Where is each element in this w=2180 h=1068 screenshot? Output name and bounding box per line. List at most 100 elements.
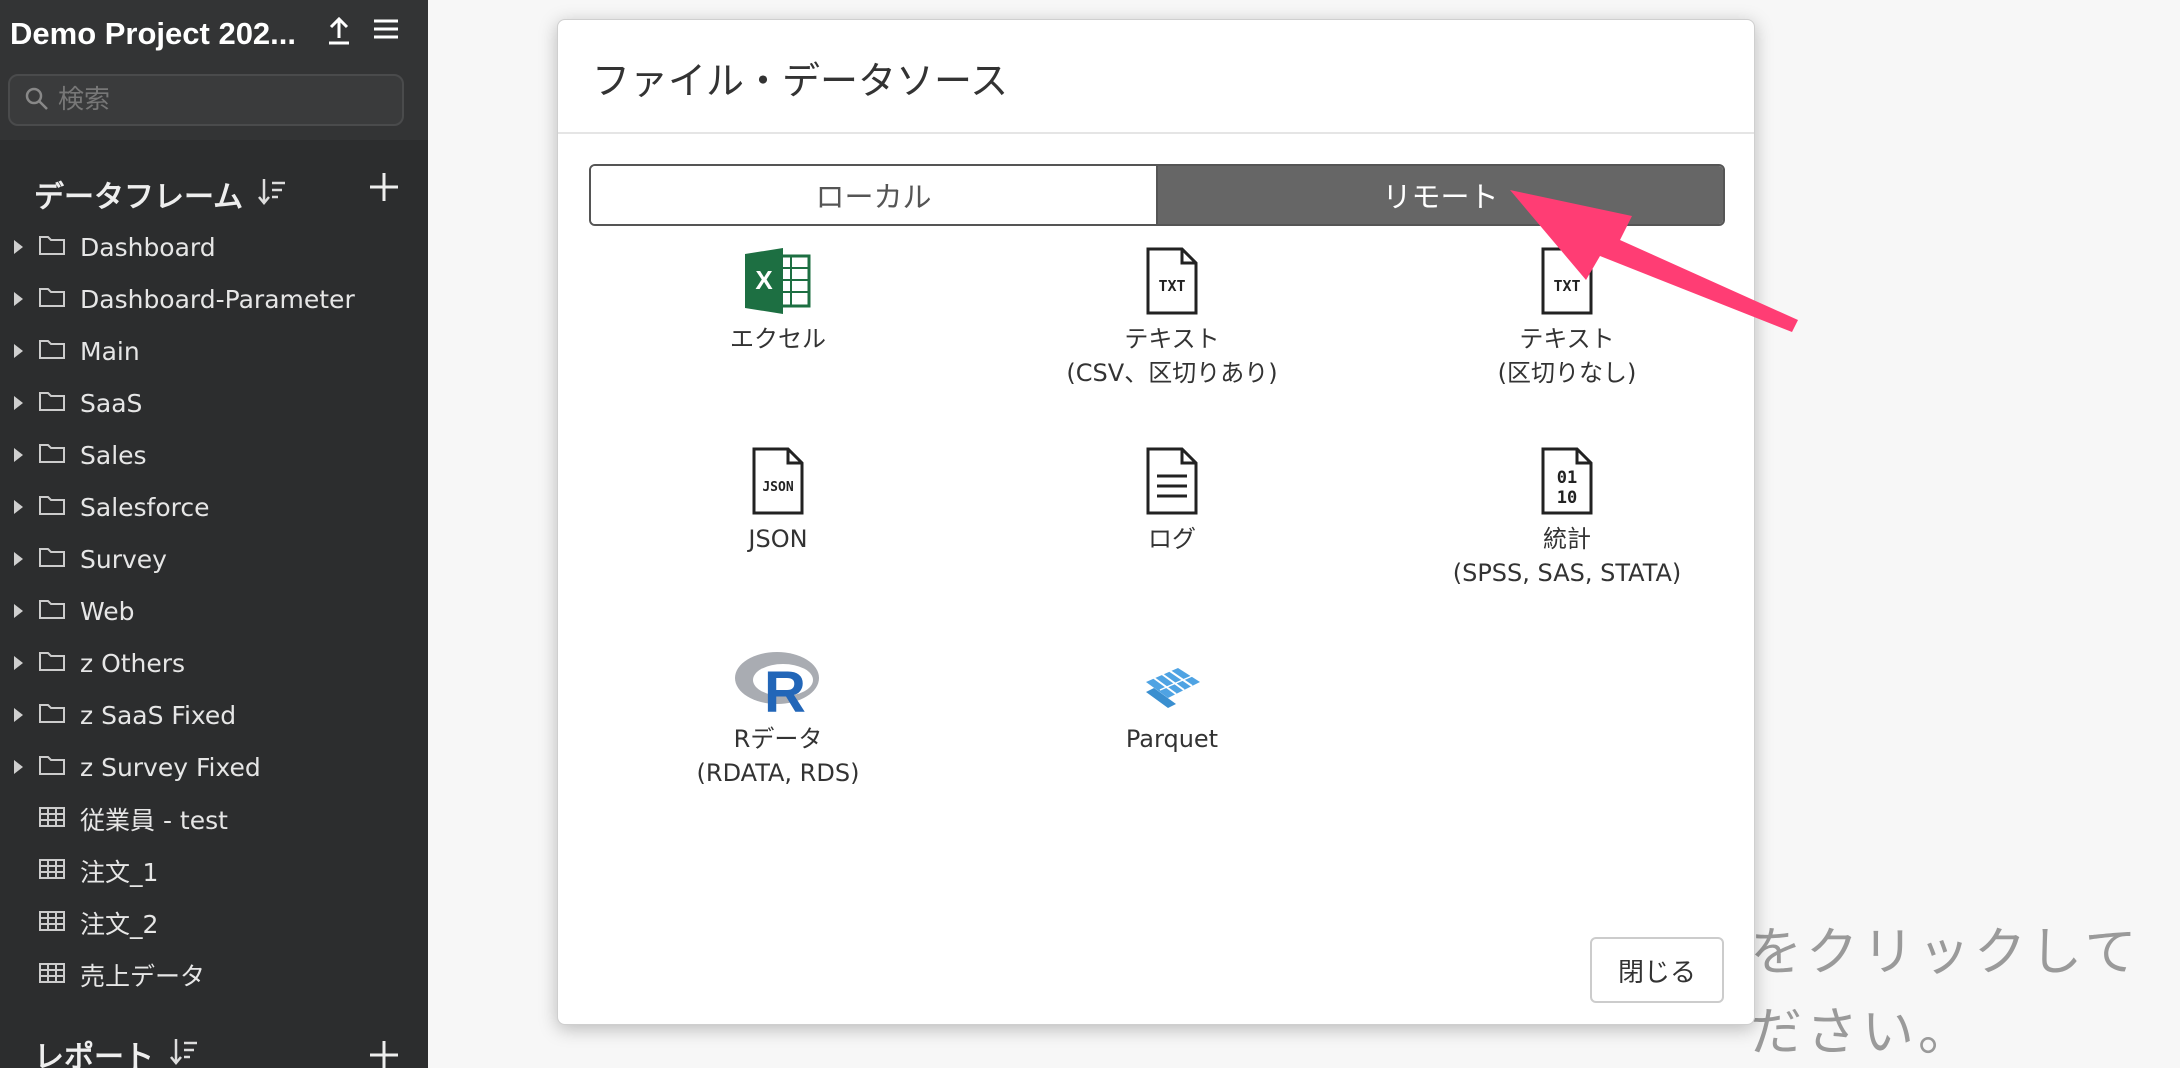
folder-label: SaaS [80,388,143,418]
sort-icon[interactable] [170,1036,198,1068]
dataframe-item[interactable]: 従業員 - test [0,793,428,845]
folder-label: z Others [80,648,186,678]
folder-label: z SaaS Fixed [80,700,237,730]
folder-label: Survey [80,544,167,574]
project-title[interactable]: Demo Project 202... [10,16,320,52]
table-icon [38,805,66,836]
json-file-icon: JSON [598,420,958,516]
tab-local[interactable]: ローカル [591,166,1158,224]
svg-text:R: R [764,660,806,716]
folder-item[interactable]: z SaaS Fixed [0,689,428,741]
add-dataframe-icon[interactable] [368,168,400,213]
folder-item[interactable]: z Others [0,637,428,689]
caret-right-icon[interactable] [14,500,23,514]
table-icon [38,857,66,888]
parquet-icon [992,620,1352,716]
folder-icon [38,597,66,628]
dialog-title: ファイル・データソース [592,59,1009,103]
sidebar: Demo Project 202... データフレーム Dashboard Da… [0,0,428,1068]
source-parquet[interactable]: Parquet [992,620,1352,756]
dataframe-label: 注文_1 [80,858,159,887]
caret-right-icon[interactable] [14,708,23,722]
source-sublabel: (SPSS, SAS, STATA) [1452,559,1682,587]
dataframes-header: データフレーム [34,180,244,215]
source-label: JSON [748,525,808,553]
svg-text:01: 01 [1557,468,1577,488]
svg-text:10: 10 [1557,488,1577,508]
folder-item[interactable]: Main [0,325,428,377]
folder-icon [38,493,66,524]
source-r-data[interactable]: R Rデータ (RDATA, RDS) [598,620,958,790]
source-sublabel: (区切りなし) [1497,359,1637,387]
folder-icon [38,337,66,368]
folder-item[interactable]: z Survey Fixed [0,741,428,793]
dataframe-label: 従業員 - test [80,806,228,835]
source-log[interactable]: ログ [992,420,1352,556]
folder-icon [38,649,66,680]
dialog-divider [558,132,1754,134]
dataframe-item[interactable]: 注文_1 [0,845,428,897]
excel-icon: X [598,220,958,316]
log-file-icon [992,420,1352,516]
caret-right-icon[interactable] [14,344,23,358]
folder-item[interactable]: Web [0,585,428,637]
sort-icon[interactable] [258,176,286,213]
txt-file-icon: TXT [992,220,1352,316]
folder-label: Sales [80,440,147,470]
dataframe-item[interactable]: 売上データ [0,949,428,1001]
source-sublabel: (RDATA, RDS) [696,759,860,787]
caret-right-icon[interactable] [14,448,23,462]
data-source-dialog: ファイル・データソース ローカル リモート X エクセル TXT テキスト (C… [557,19,1755,1025]
folder-item[interactable]: Sales [0,429,428,481]
dataframe-label: 注文_2 [80,910,159,939]
source-label: 統計 [1543,525,1591,553]
folder-label: Main [80,336,140,366]
source-text-csv[interactable]: TXT テキスト (CSV、区切りあり) [992,220,1352,390]
caret-right-icon[interactable] [14,604,23,618]
dataframe-item[interactable]: 注文_2 [0,897,428,949]
source-excel[interactable]: X エクセル [598,220,958,356]
source-label: Rデータ [733,725,823,753]
r-logo-icon: R [598,620,958,716]
source-statistics[interactable]: 01 10 統計 (SPSS, SAS, STATA) [1387,420,1747,590]
folder-label: Salesforce [80,492,210,522]
search-icon [24,86,50,117]
folder-icon [38,545,66,576]
svg-text:X: X [755,265,773,295]
close-button[interactable]: 閉じる [1590,937,1724,1003]
caret-right-icon[interactable] [14,396,23,410]
folder-icon [38,233,66,264]
caret-right-icon[interactable] [14,292,23,306]
source-label: エクセル [730,325,826,353]
folder-item[interactable]: Survey [0,533,428,585]
add-report-icon[interactable] [368,1036,400,1068]
upload-icon[interactable] [326,16,352,54]
folder-icon [38,701,66,732]
search-input[interactable] [58,82,388,118]
search-box[interactable] [8,74,404,126]
folder-item[interactable]: SaaS [0,377,428,429]
caret-right-icon[interactable] [14,760,23,774]
folder-label: Web [80,596,135,626]
folder-item[interactable]: Dashboard-Parameter [0,273,428,325]
source-label: テキスト [1124,325,1220,353]
folder-label: z Survey Fixed [80,752,261,782]
caret-right-icon[interactable] [14,552,23,566]
empty-state-hint-line1: をクリックして [1750,923,2141,983]
caret-right-icon[interactable] [14,240,23,254]
folder-icon [38,389,66,420]
annotation-arrow-icon [1510,190,1798,332]
folder-item[interactable]: Dashboard [0,221,428,273]
folder-icon [38,285,66,316]
folder-label: Dashboard-Parameter [80,284,355,314]
caret-right-icon[interactable] [14,656,23,670]
hamburger-menu-icon[interactable] [372,16,400,50]
table-icon [38,961,66,992]
empty-state-hint-line2: ださい。 [1750,1003,1975,1063]
source-json[interactable]: JSON JSON [598,420,958,556]
folder-item[interactable]: Salesforce [0,481,428,533]
reports-header: レポート [34,1040,154,1068]
table-icon [38,909,66,940]
dataframe-label: 売上データ [80,962,206,991]
source-label: ログ [1148,525,1196,553]
